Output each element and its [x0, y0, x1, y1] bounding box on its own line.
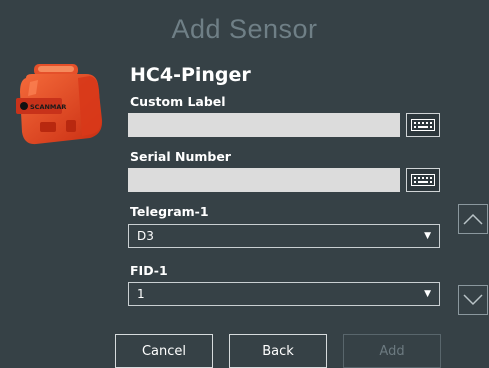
add-sensor-dialog: Add Sensor SCANMAR HC4-Pinger Custom Lab… [0, 0, 489, 368]
caret-down-icon: ▼ [424, 231, 431, 241]
scroll-down-button[interactable] [458, 285, 488, 315]
fid-selected-value: 1 [137, 287, 145, 301]
serial-number-keyboard-button[interactable] [406, 168, 440, 192]
keyboard-icon [411, 116, 435, 135]
keyboard-icon [411, 171, 435, 190]
back-button[interactable]: Back [229, 334, 327, 368]
fid-select[interactable]: 1 ▼ [128, 282, 440, 306]
cancel-button[interactable]: Cancel [115, 334, 213, 368]
serial-number-label: Serial Number [130, 149, 231, 164]
sensor-device-image: SCANMAR [16, 60, 106, 152]
fid-label: FID-1 [130, 263, 168, 278]
custom-label-input[interactable] [128, 113, 400, 137]
telegram-select[interactable]: D3 ▼ [128, 224, 440, 248]
telegram-selected-value: D3 [137, 229, 154, 243]
dialog-title: Add Sensor [171, 14, 318, 44]
telegram-label: Telegram-1 [130, 204, 209, 219]
chevron-up-icon [463, 210, 483, 229]
custom-label-label: Custom Label [130, 94, 226, 109]
caret-down-icon: ▼ [424, 289, 431, 299]
scroll-up-button[interactable] [458, 204, 488, 234]
chevron-down-icon [463, 291, 483, 310]
custom-label-keyboard-button[interactable] [406, 113, 440, 137]
svg-text:SCANMAR: SCANMAR [30, 103, 66, 111]
add-button[interactable]: Add [343, 334, 441, 368]
sensor-name: HC4-Pinger [130, 64, 251, 86]
serial-number-input[interactable] [128, 168, 400, 192]
